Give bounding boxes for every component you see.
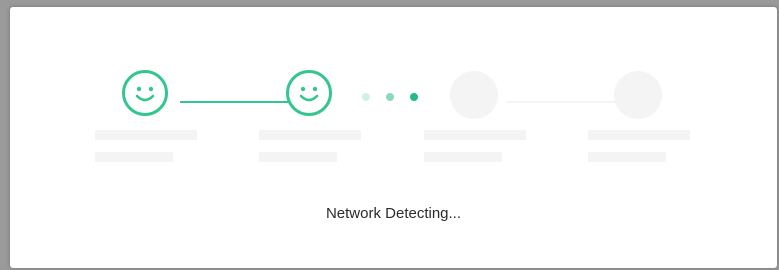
step-2-sublabel-placeholder — [259, 152, 337, 162]
loading-dot-3 — [410, 93, 418, 101]
step-3-circle — [450, 71, 498, 119]
step-4-sublabel-placeholder — [588, 152, 666, 162]
step-connector-complete — [180, 101, 297, 103]
network-detect-dialog: Network Detecting... — [10, 7, 777, 268]
step-connector-pending — [507, 101, 625, 103]
smiley-icon — [299, 86, 319, 102]
step-2-label-placeholder — [259, 130, 361, 140]
smiley-icon — [135, 86, 155, 102]
step-4-circle — [614, 71, 662, 119]
loading-dot-1 — [362, 93, 370, 101]
step-4-label-placeholder — [588, 130, 690, 140]
step-3-label-placeholder — [424, 130, 526, 140]
step-1-circle — [122, 70, 168, 116]
step-2-circle — [286, 70, 332, 116]
loading-dot-2 — [386, 93, 394, 101]
step-1-sublabel-placeholder — [95, 152, 173, 162]
status-text: Network Detecting... — [325, 205, 462, 222]
step-3-sublabel-placeholder — [424, 152, 502, 162]
step-1-label-placeholder — [95, 130, 197, 140]
